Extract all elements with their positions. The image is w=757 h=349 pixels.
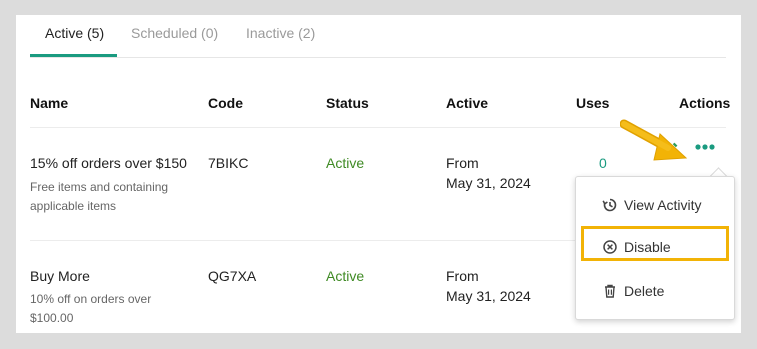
active-date: May 31, 2024 [446,288,531,304]
menu-item-view-activity[interactable]: View Activity [576,191,734,221]
promo-code: QG7XA [208,268,257,284]
active-from-label: From [446,268,479,284]
status-badge: Active [326,155,365,171]
column-header-name: Name [30,95,69,111]
column-header-code: Code [208,95,243,111]
active-from-label: From [446,155,479,171]
tab-inactive[interactable]: Inactive (2) [246,25,315,41]
promo-code: 7BIKC [208,155,249,171]
uses-count[interactable]: 0 [599,155,607,171]
disable-highlight-box [581,226,729,261]
status-badge: Active [326,268,365,284]
menu-item-label: View Activity [624,197,702,213]
tab-bar: Active (5) Scheduled (0) Inactive (2) [30,15,726,58]
annotation-arrow-icon [620,119,688,161]
tab-active[interactable]: Active (5) [45,25,104,41]
column-header-actions: Actions [679,95,731,111]
column-header-status: Status [326,95,369,111]
trash-icon [605,284,615,298]
column-header-uses: Uses [576,95,610,111]
promo-description: Free items and containing applicable ite… [30,180,169,213]
active-date: May 31, 2024 [446,175,531,191]
more-actions-icon[interactable] [694,138,716,156]
active-tab-indicator [30,54,117,57]
tab-scheduled[interactable]: Scheduled (0) [131,25,218,41]
promo-name[interactable]: 15% off orders over $150 [30,155,187,171]
promo-description: 10% off on orders over $100.00 [30,292,152,325]
column-header-active: Active [446,95,489,111]
menu-item-label: Delete [624,283,665,299]
promo-name[interactable]: Buy More [30,268,90,284]
menu-item-delete[interactable]: Delete [576,277,734,307]
history-icon [602,198,617,212]
